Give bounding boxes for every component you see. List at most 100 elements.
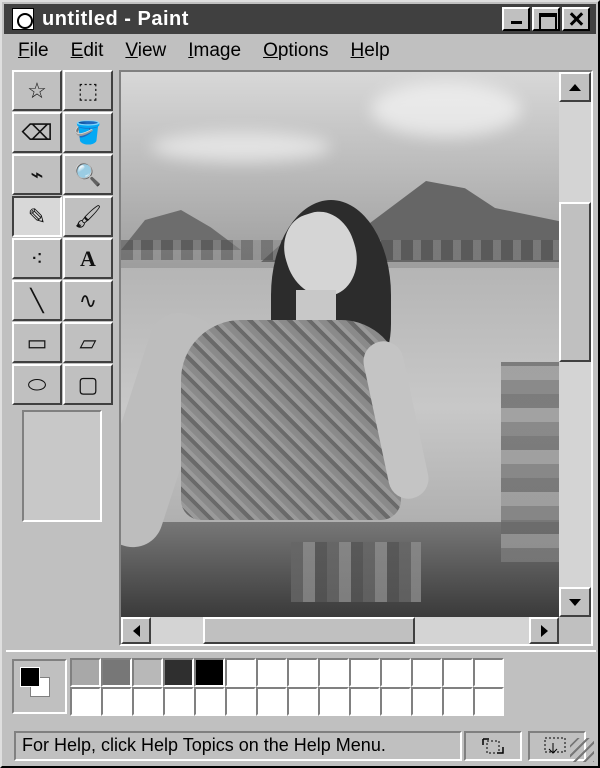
menu-help-mnemonic: H: [350, 40, 365, 61]
color-swatch[interactable]: [411, 687, 442, 716]
menu-options[interactable]: Options: [263, 40, 328, 62]
color-palette: [6, 650, 596, 720]
scrollbar-corner: [559, 617, 591, 644]
text-icon: A: [80, 245, 96, 271]
color-swatch[interactable]: [256, 687, 287, 716]
ellipse-tool[interactable]: ⬭: [12, 364, 62, 405]
drawing-canvas[interactable]: [121, 72, 559, 617]
magnifier-tool[interactable]: 🔍: [63, 154, 113, 195]
menu-edit-mnemonic: E: [70, 40, 84, 61]
color-swatch[interactable]: [318, 658, 349, 687]
color-swatch[interactable]: [380, 687, 411, 716]
horizontal-scrollbar[interactable]: [121, 617, 559, 644]
menu-help[interactable]: Help: [351, 40, 390, 62]
rounded-rectangle-icon: ▢: [77, 371, 99, 397]
current-colors[interactable]: [12, 659, 67, 714]
color-swatch[interactable]: [380, 658, 411, 687]
rectangle-icon: ▭: [26, 329, 48, 355]
color-swatch[interactable]: [411, 658, 442, 687]
color-swatch[interactable]: [473, 658, 504, 687]
horizontal-scroll-thumb[interactable]: [203, 617, 415, 644]
color-swatch[interactable]: [225, 658, 256, 687]
title-buttons: [502, 7, 590, 31]
fill-with-color-tool[interactable]: 🪣: [63, 112, 113, 153]
menu-view-mnemonic: V: [125, 40, 138, 61]
color-swatch[interactable]: [225, 687, 256, 716]
color-swatch[interactable]: [318, 687, 349, 716]
color-swatch[interactable]: [473, 687, 504, 716]
color-swatch[interactable]: [194, 658, 225, 687]
paint-app-icon: [12, 8, 34, 30]
brush-tool[interactable]: 🖌: [63, 196, 113, 237]
up-arrow-icon: [569, 83, 581, 91]
scroll-left-button[interactable]: [121, 617, 151, 644]
left-arrow-icon: [132, 624, 140, 637]
rounded-rectangle-tool[interactable]: ▢: [63, 364, 113, 405]
color-swatch[interactable]: [194, 687, 225, 716]
color-swatch[interactable]: [442, 658, 473, 687]
brush-icon: 🖌: [74, 203, 102, 229]
pick-color-tool[interactable]: ⌁: [12, 154, 62, 195]
color-swatch[interactable]: [349, 687, 380, 716]
window-title: untitled - Paint: [42, 7, 189, 30]
menu-help-rest: elp: [364, 40, 390, 61]
curve-tool[interactable]: ∿: [63, 280, 113, 321]
tool-options-box[interactable]: [22, 410, 102, 522]
selection-position-box: [464, 731, 522, 761]
polygon-icon: ▱: [79, 329, 97, 355]
pixelated-area: [501, 362, 559, 562]
menu-file[interactable]: File: [18, 40, 49, 62]
polygon-tool[interactable]: ▱: [63, 322, 113, 363]
color-swatch[interactable]: [132, 687, 163, 716]
scroll-down-button[interactable]: [559, 587, 591, 617]
menu-bar: File Edit View Image Options Help: [4, 36, 596, 66]
menu-view-rest: iew: [137, 40, 167, 61]
airbrush-icon: ⁖: [30, 245, 44, 271]
vertical-scrollbar[interactable]: [559, 72, 591, 617]
color-swatch[interactable]: [70, 687, 101, 716]
color-swatch[interactable]: [287, 658, 318, 687]
pencil-tool[interactable]: ✎: [12, 196, 62, 237]
menu-edit[interactable]: Edit: [71, 40, 104, 62]
eraser-icon: ⌫: [21, 119, 53, 145]
color-swatch[interactable]: [101, 658, 132, 687]
maximize-button[interactable]: [532, 7, 560, 31]
free-form-select-tool[interactable]: ☆: [12, 70, 62, 111]
line-icon: ╲: [30, 287, 44, 313]
color-swatch[interactable]: [442, 687, 473, 716]
ellipse-icon: ⬭: [27, 371, 47, 397]
color-swatch[interactable]: [163, 687, 194, 716]
color-swatch[interactable]: [256, 658, 287, 687]
color-swatch[interactable]: [163, 658, 194, 687]
menu-image[interactable]: Image: [188, 40, 241, 62]
rectangle-tool[interactable]: ▭: [12, 322, 62, 363]
free-form-select-icon: ☆: [27, 77, 47, 103]
color-swatch[interactable]: [349, 658, 380, 687]
paint-window: untitled - Paint File Edit View Image Op…: [0, 0, 600, 768]
down-arrow-icon: [569, 598, 581, 606]
menu-edit-rest: dit: [83, 40, 104, 61]
rectangle-select-tool[interactable]: ⬚: [63, 70, 113, 111]
airbrush-tool[interactable]: ⁖: [12, 238, 62, 279]
menu-view[interactable]: View: [125, 40, 166, 62]
close-button[interactable]: [562, 7, 590, 31]
line-tool[interactable]: ╲: [12, 280, 62, 321]
color-swatch[interactable]: [287, 687, 318, 716]
eraser-tool[interactable]: ⌫: [12, 112, 62, 153]
minimize-button[interactable]: [502, 7, 530, 31]
pencil-icon: ✎: [27, 203, 47, 229]
menu-file-mnemonic: F: [18, 40, 30, 61]
title-bar[interactable]: untitled - Paint: [4, 4, 596, 34]
scroll-right-button[interactable]: [529, 617, 559, 644]
resize-grip-icon[interactable]: [570, 738, 594, 762]
vertical-scroll-thumb[interactable]: [559, 202, 591, 362]
color-swatch[interactable]: [132, 658, 163, 687]
scroll-up-button[interactable]: [559, 72, 591, 102]
text-tool[interactable]: A: [63, 238, 113, 279]
curve-icon: ∿: [78, 287, 98, 313]
menu-image-rest: mage: [193, 40, 242, 61]
color-swatch[interactable]: [70, 658, 101, 687]
color-swatch[interactable]: [101, 687, 132, 716]
menu-file-rest: ile: [29, 40, 49, 61]
pixelated-area: [291, 542, 421, 602]
